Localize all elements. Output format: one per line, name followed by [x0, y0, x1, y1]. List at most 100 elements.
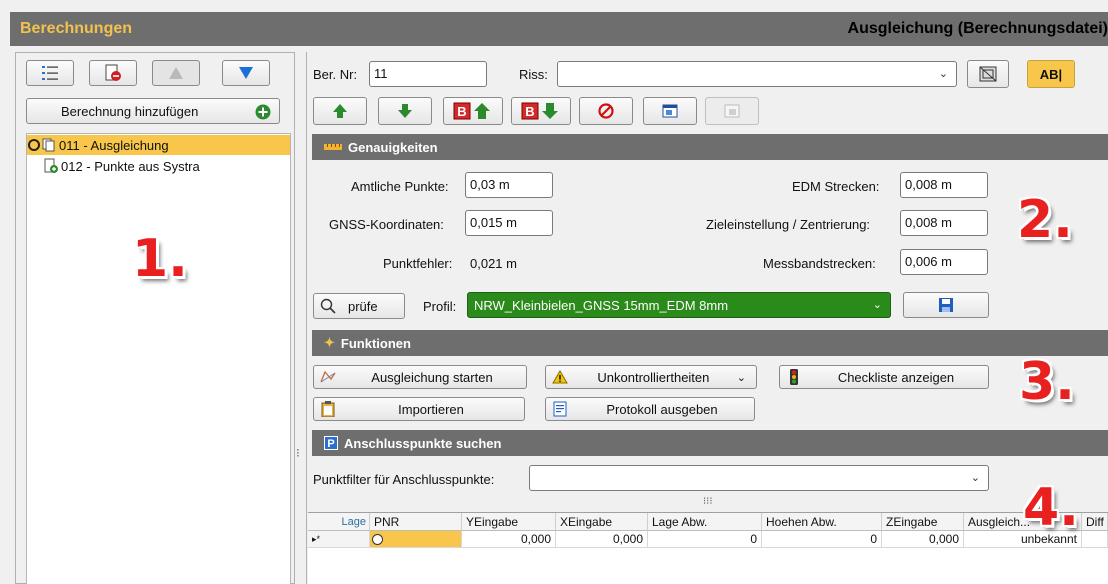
- column-header-yeingabe[interactable]: YEingabe: [462, 513, 556, 531]
- annotation-marker-1: 1.: [132, 229, 188, 289]
- importieren-button[interactable]: Importieren: [313, 397, 525, 421]
- protokoll-ausgeben-button[interactable]: Protokoll ausgeben: [545, 397, 755, 421]
- list-view-button[interactable]: [26, 60, 74, 86]
- ausgleichung-starten-button[interactable]: Ausgleichung starten: [313, 365, 527, 389]
- ber-nr-input[interactable]: 11: [369, 61, 487, 87]
- cell-diff[interactable]: [1082, 531, 1108, 548]
- copy-document-icon: [42, 138, 55, 152]
- section-anschlusspunkte: P Anschlusspunkte suchen: [312, 430, 1108, 456]
- zieleinstellung-label: Zieleinstellung / Zentrierung:: [706, 217, 871, 232]
- traffic-light-icon: [784, 369, 804, 385]
- arrow-down-icon: [398, 104, 412, 118]
- riss-image-button[interactable]: [967, 60, 1009, 88]
- add-calculation-button[interactable]: Berechnung hinzufügen: [26, 98, 280, 124]
- column-header-pnr[interactable]: PNR: [370, 513, 462, 531]
- zieleinstellung-input[interactable]: 0,008 m: [900, 210, 988, 236]
- profil-label: Profil:: [423, 299, 457, 314]
- window-disabled-button[interactable]: [705, 97, 759, 125]
- magic-wand-icon: ✦: [324, 335, 335, 350]
- ausgleichung-starten-label: Ausgleichung starten: [371, 369, 493, 385]
- ab-button[interactable]: AB|: [1027, 60, 1075, 88]
- column-header-lage-abw[interactable]: Lage Abw.: [648, 513, 762, 531]
- point-p-icon: P: [324, 436, 338, 450]
- section-title: Funktionen: [340, 335, 411, 351]
- protokoll-ausgeben-label: Protokoll ausgeben: [606, 401, 718, 417]
- panel-splitter[interactable]: ⁝: [296, 447, 304, 470]
- tree-item-label: 011 - Ausgleichung: [59, 137, 169, 153]
- move-up-green-button[interactable]: [313, 97, 367, 125]
- cell-pnr[interactable]: [370, 531, 462, 548]
- unkontrolliertheiten-dropdown[interactable]: Unkontrolliertheiten ⌄: [545, 365, 757, 389]
- chevron-down-icon: ⌄: [872, 299, 882, 311]
- cell-hoehen-abw[interactable]: 0: [762, 531, 882, 548]
- annotation-marker-4: 4.: [1023, 478, 1079, 538]
- gnss-koordinaten-input[interactable]: 0,015 m: [465, 210, 553, 236]
- unkontrolliertheiten-label: Unkontrolliertheiten: [597, 369, 710, 385]
- importieren-label: Importieren: [398, 401, 464, 417]
- checkliste-anzeigen-label: Checkliste anzeigen: [837, 369, 955, 385]
- cell-xeingabe[interactable]: 0,000: [556, 531, 648, 548]
- tree-item-punkte-aus-systra[interactable]: 012 - Punkte aus Systra: [27, 156, 290, 176]
- section-genauigkeiten: Genauigkeiten: [312, 134, 1108, 160]
- edm-strecken-input[interactable]: 0,008 m: [900, 172, 988, 198]
- status-circle-icon: [372, 534, 383, 546]
- column-header-lage[interactable]: Lage: [308, 513, 370, 531]
- import-points-icon: [44, 158, 58, 173]
- arrow-up-icon: [333, 104, 347, 118]
- block-arrow-up-icon: B: [453, 102, 490, 120]
- svg-text:B: B: [457, 104, 466, 119]
- riss-label: Riss:: [519, 67, 548, 82]
- column-header-hoehen-abw[interactable]: Hoehen Abw.: [762, 513, 882, 531]
- plus-circle-icon: [255, 104, 271, 120]
- amtliche-punkte-label: Amtliche Punkte:: [351, 179, 449, 194]
- block-arrow-down-icon: B: [521, 102, 558, 120]
- amtliche-punkte-input[interactable]: 0,03 m: [465, 172, 553, 198]
- delete-calculation-button[interactable]: [89, 60, 137, 86]
- title-bar: Berechnungen Ausgleichung (Berechnungsda…: [10, 12, 1108, 46]
- search-icon: [320, 298, 336, 314]
- profil-select[interactable]: NRW_Kleinbielen_GNSS 15mm_EDM 8mm ⌄: [467, 292, 891, 318]
- cancel-button[interactable]: [579, 97, 633, 125]
- row-indicator: ▸*: [308, 531, 370, 548]
- anschlusspunkte-table: Lage PNR YEingabe XEingabe Lage Abw. Hoe…: [308, 512, 1108, 584]
- tree-item-ausgleichung[interactable]: 011 - Ausgleichung: [27, 135, 290, 155]
- block-up-button[interactable]: B: [443, 97, 503, 125]
- annotation-marker-2: 2.: [1017, 190, 1073, 250]
- document-delete-icon: [105, 64, 121, 81]
- punktfilter-select[interactable]: ⌄: [529, 465, 989, 491]
- ruler-icon: [324, 144, 342, 150]
- chevron-down-icon: ⌄: [938, 68, 948, 80]
- messbandstrecken-input[interactable]: 0,006 m: [900, 249, 988, 275]
- move-down-green-button[interactable]: [378, 97, 432, 125]
- section-title: Anschlusspunkte suchen: [344, 435, 502, 451]
- ausgleichung-panel: Ber. Nr: 11 Riss: ⌄ AB| B B Genauigkeite…: [306, 52, 1108, 584]
- window-disabled-icon: [724, 104, 740, 118]
- cell-yeingabe[interactable]: 0,000: [462, 531, 556, 548]
- grid-splitter-handle[interactable]: ⁝⁝⁝: [703, 496, 713, 507]
- calculation-tree: 011 - Ausgleichung 012 - Punkte aus Syst…: [26, 133, 291, 584]
- cell-lage-abw[interactable]: 0: [648, 531, 762, 548]
- triangle-down-icon: [239, 67, 253, 79]
- column-header-xeingabe[interactable]: XEingabe: [556, 513, 648, 531]
- window-button[interactable]: [643, 97, 697, 125]
- column-header-diff[interactable]: Diff: [1082, 513, 1108, 531]
- calculations-panel: Berechnung hinzufügen 011 - Ausgleichung…: [15, 52, 295, 584]
- chevron-down-icon: ⌄: [736, 371, 746, 384]
- move-down-button[interactable]: [222, 60, 270, 86]
- block-down-button[interactable]: B: [511, 97, 571, 125]
- move-up-button[interactable]: [152, 60, 200, 86]
- column-header-zeingabe[interactable]: ZEingabe: [882, 513, 964, 531]
- warning-icon: [550, 370, 570, 384]
- checkliste-anzeigen-button[interactable]: Checkliste anzeigen: [779, 365, 989, 389]
- save-profile-button[interactable]: [903, 292, 989, 318]
- section-funktionen: ✦ Funktionen: [312, 330, 1108, 356]
- punktfehler-label: Punktfehler:: [383, 256, 453, 271]
- chevron-down-icon: ⌄: [970, 472, 980, 484]
- pruefe-label: prüfe: [348, 298, 378, 314]
- left-panel-title: Berechnungen: [20, 20, 133, 37]
- pruefe-button[interactable]: prüfe: [313, 293, 405, 319]
- cell-zeingabe[interactable]: 0,000: [882, 531, 964, 548]
- edm-strecken-label: EDM Strecken:: [792, 179, 880, 194]
- section-title: Genauigkeiten: [348, 139, 438, 155]
- riss-select[interactable]: ⌄: [557, 61, 957, 87]
